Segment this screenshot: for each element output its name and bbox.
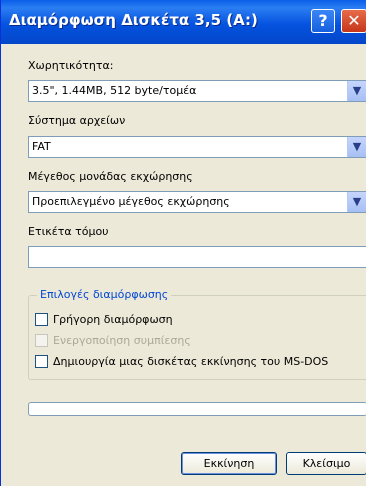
allocation-label: Μέγεθος μονάδας εκχώρησης [28,170,193,183]
quick-format-checkbox[interactable] [35,313,48,326]
help-button[interactable]: ? [311,9,335,33]
volume-label-input[interactable] [28,246,366,268]
filesystem-label: Σύστημα αρχείων [28,114,126,127]
capacity-value: 3.5", 1.44MB, 512 byte/τομέα [32,84,197,97]
format-options-legend: Επιλογές διαμόρφωσης [37,288,172,301]
close-button[interactable]: Κλείσιμο [286,452,366,475]
format-progress-bar [28,402,366,416]
quick-format-label[interactable]: Γρήγορη διαμόρφωση [53,313,173,326]
capacity-select[interactable]: 3.5", 1.44MB, 512 byte/τομέα ▼ [28,80,366,102]
chevron-down-icon[interactable]: ▼ [347,137,366,157]
compression-label: Ενεργοποίηση συμπίεσης [53,334,191,347]
volume-label-label: Ετικέτα τόμου [28,225,109,238]
compression-checkbox [35,334,48,347]
close-window-button[interactable]: ✕ [341,9,366,33]
format-dialog: Διαμόρφωση Δισκέτα 3,5 (A:) ? ✕ Χωρητικό… [0,0,366,486]
filesystem-select[interactable]: FAT ▼ [28,136,366,158]
chevron-down-icon[interactable]: ▼ [347,192,366,212]
filesystem-value: FAT [32,140,51,153]
msdos-startup-label[interactable]: Δημιουργία μιας δισκέτας εκκίνησης του M… [53,355,328,368]
chevron-down-icon[interactable]: ▼ [347,81,366,101]
allocation-select[interactable]: Προεπιλεγμένο μέγεθος εκχώρησης ▼ [28,191,366,213]
allocation-value: Προεπιλεγμένο μέγεθος εκχώρησης [32,195,230,208]
msdos-startup-checkbox[interactable] [35,355,48,368]
capacity-label: Χωρητικότητα: [28,59,114,72]
start-button[interactable]: Εκκίνηση [181,452,277,475]
window-title: Διαμόρφωση Δισκέτα 3,5 (A:) [9,11,258,29]
title-bar: Διαμόρφωση Δισκέτα 3,5 (A:) ? ✕ [1,0,366,44]
